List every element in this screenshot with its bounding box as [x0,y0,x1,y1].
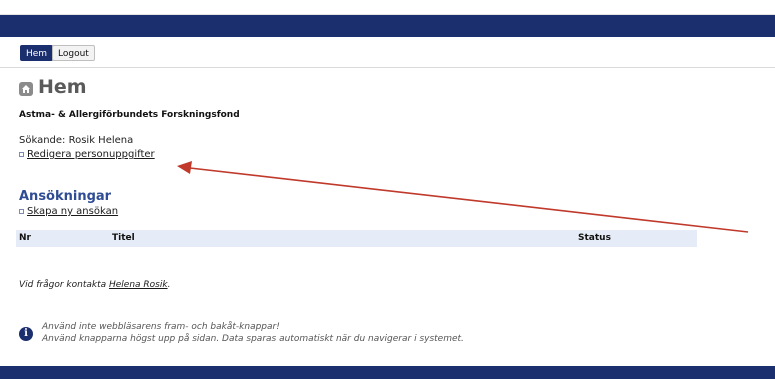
annotation-arrow [177,161,749,233]
